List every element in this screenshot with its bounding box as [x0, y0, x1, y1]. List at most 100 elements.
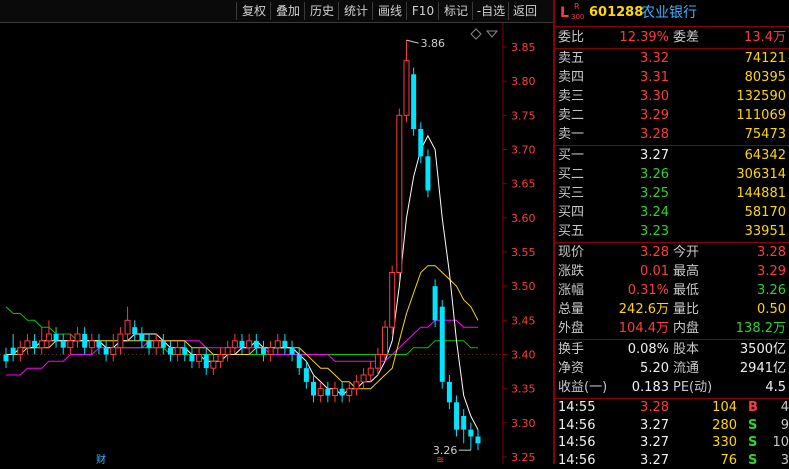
candle-body: [311, 381, 317, 396]
stat-value: 3.28: [757, 245, 786, 260]
price-tick-label: 3.25: [511, 451, 536, 464]
bid-label: 买二: [558, 167, 585, 182]
fundamental-value: 0.08%: [627, 342, 669, 357]
candle-body: [389, 272, 396, 328]
ask-row[interactable]: 卖二 3.29 111069: [555, 106, 789, 125]
bid-row[interactable]: 买四 3.24 58170: [555, 203, 789, 222]
ask-price: 3.29: [640, 108, 669, 123]
trade-time: 14:56: [558, 452, 596, 468]
price-tick-label: 3.35: [511, 383, 536, 396]
price-tick-label: 3.55: [511, 246, 536, 259]
candle-body: [253, 340, 259, 348]
ask-volume: 111069: [736, 108, 786, 123]
high-pointer: [406, 39, 419, 44]
stat-value: 242.6万: [618, 302, 669, 317]
toolbar-button-6[interactable]: 标记: [438, 2, 473, 20]
candle-body: [267, 347, 274, 355]
stat-label: 涨跌: [558, 264, 585, 279]
price-tick-label: 3.45: [511, 314, 536, 327]
candle-body: [196, 354, 203, 362]
candle-body: [224, 347, 231, 355]
stat-label: 外盘: [558, 321, 585, 336]
candle-body: [45, 333, 52, 342]
ask-volume: 74121: [744, 51, 786, 66]
bid-volume: 306314: [736, 167, 786, 182]
candle-body: [117, 333, 124, 349]
fundamental-label: PE(动): [673, 380, 713, 395]
ask-label: 卖三: [558, 89, 585, 104]
dropdown-icon: [485, 30, 499, 38]
diamond-icon: [470, 28, 482, 40]
fundamental-value: 0.183: [631, 380, 669, 395]
fundamental-value: 2941亿: [739, 361, 786, 376]
kline-chart[interactable]: 3.85 3.80 3.75 3.70 3.65 3.60 3.55 3.50 3.45 3.40…: [0, 23, 553, 466]
candle-body: [210, 360, 217, 369]
candle-body: [110, 347, 117, 355]
candle-body: [38, 340, 45, 349]
stock-code: 601288: [589, 5, 644, 20]
bid-row[interactable]: 买五 3.23 33951: [555, 222, 789, 241]
stat-label: 最高: [673, 264, 700, 279]
toolbar-button-1[interactable]: 叠加: [270, 2, 305, 20]
bid-label: 买五: [558, 224, 585, 239]
bid-row[interactable]: 买一 3.27 64342: [555, 146, 789, 165]
stat-value: 0.50: [757, 302, 786, 317]
stat-label: 量比: [673, 302, 700, 317]
bid-row[interactable]: 买二 3.26 306314: [555, 165, 789, 184]
bid-price: 3.27: [640, 148, 669, 163]
candle-body: [32, 340, 38, 348]
candle-body: [239, 340, 245, 348]
ask-row[interactable]: 卖四 3.31 80395: [555, 68, 789, 87]
ask-volume: 132590: [736, 89, 786, 104]
candle-body: [189, 354, 195, 362]
toolbar-button-3[interactable]: 统计: [338, 2, 373, 20]
trade-count: 10: [772, 435, 789, 450]
ma10-line: [6, 265, 479, 390]
trade-time: 14:55: [558, 400, 596, 415]
ask-row[interactable]: 卖三 3.30 132590: [555, 87, 789, 106]
candle-body: [10, 347, 16, 355]
candle-body: [374, 354, 381, 369]
weibi-row: 委比 12.39% 委差 13.4万: [555, 28, 789, 47]
toolbar-button-2[interactable]: 历史: [304, 2, 339, 20]
stock-header[interactable]: L R 300 601288 农业银行: [555, 2, 789, 24]
ask-row[interactable]: 卖一 3.28 75473: [555, 125, 789, 144]
candle-body: [274, 340, 281, 349]
candle-body: [418, 129, 424, 157]
candle-body: [475, 436, 481, 444]
candle-body: [461, 416, 467, 430]
quote-panel: L R 300 601288 农业银行 委比 12.39% 委差 13.4万 卖…: [555, 0, 789, 468]
stat-value: 104.4万: [618, 321, 669, 336]
fundamental-value: 5.20: [640, 361, 669, 376]
trade-row[interactable]: 14:55 3.28 104 B 4: [555, 399, 789, 416]
candle-body: [425, 156, 431, 191]
candle-body: [88, 340, 95, 349]
chart-toolbar: 复权 叠加 历史 统计 画线 F10 标记 -自选 返回: [0, 0, 553, 23]
toolbar-button-8[interactable]: 返回: [508, 2, 541, 20]
candle-body: [174, 347, 181, 355]
price-tick-label: 3.30: [511, 417, 536, 430]
ask-label: 卖五: [558, 51, 585, 66]
trade-price: 3.27: [640, 452, 669, 468]
fundamental-label: 净资: [558, 361, 585, 376]
candle-body: [124, 319, 131, 335]
trade-row[interactable]: 14:56 3.27 330 S 10: [555, 434, 789, 451]
candle-body: [260, 347, 266, 355]
bid-price: 3.26: [640, 167, 669, 182]
toolbar-button-7[interactable]: -自选: [472, 2, 509, 20]
ask-price: 3.28: [640, 127, 669, 142]
ask-row[interactable]: 卖五 3.32 74121: [555, 49, 789, 68]
trade-row[interactable]: 14:56 3.27 76 S 3: [555, 452, 789, 469]
candle-body: [153, 340, 160, 349]
candle-body: [74, 333, 81, 342]
toolbar-button-5[interactable]: F10: [406, 2, 439, 20]
kline-chart-svg: 3.85 3.80 3.75 3.70 3.65 3.60 3.55 3.50 3.45 3.40…: [0, 23, 536, 466]
candle-body: [282, 340, 288, 348]
toolbar-button-0[interactable]: 复权: [236, 2, 271, 20]
candle-body: [160, 340, 166, 348]
fundamental-label: 收益(一): [558, 380, 608, 395]
toolbar-button-4[interactable]: 画线: [372, 2, 407, 20]
trade-row[interactable]: 14:56 3.27 280 S 9: [555, 417, 789, 434]
fundamental-row: 收益(一) 0.183 PE(动) 4.5: [555, 378, 789, 397]
bid-row[interactable]: 买三 3.25 144881: [555, 184, 789, 203]
